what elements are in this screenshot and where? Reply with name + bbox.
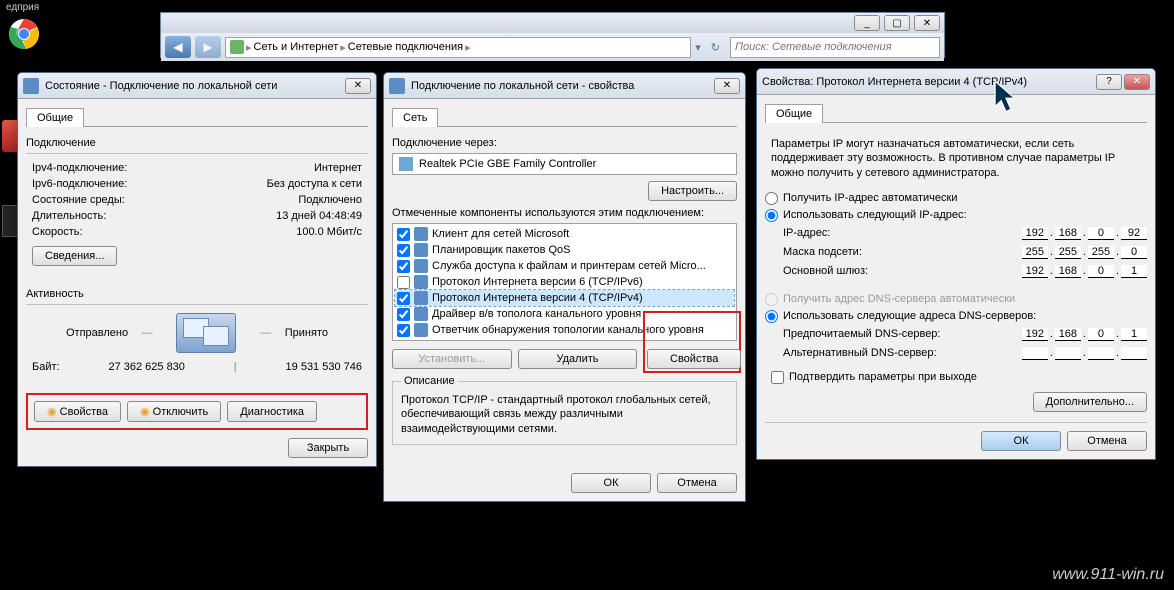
dns1-input[interactable]: ... <box>1022 328 1147 341</box>
configure-button[interactable]: Настроить... <box>648 181 737 201</box>
list-item[interactable]: Протокол Интернета версии 6 (TCP/IPv6) <box>395 274 734 290</box>
status-window: Состояние - Подключение по локальной сет… <box>17 72 377 467</box>
description-text: Протокол TCP/IP - стандартный протокол г… <box>401 393 728 436</box>
confirm-checkbox[interactable]: Подтвердить параметры при выходе <box>771 371 1147 384</box>
description-group: Описание Протокол TCP/IP - стандартный п… <box>392 375 737 445</box>
chrome-icon[interactable] <box>8 18 40 50</box>
info-text: Параметры IP могут назначаться автоматич… <box>765 133 1147 190</box>
diagnose-button[interactable]: Диагностика <box>227 401 317 422</box>
cursor-icon <box>993 80 1019 114</box>
highlight-box: Свойства <box>643 311 741 373</box>
search-input[interactable] <box>730 37 940 58</box>
install-button[interactable]: Установить... <box>392 349 512 369</box>
ip-label: IP-адрес: <box>783 227 830 239</box>
list-item[interactable]: Протокол Интернета версии 4 (TCP/IPv4) <box>395 290 734 306</box>
minimize-button[interactable]: _ <box>854 15 880 31</box>
cancel-button[interactable]: Отмена <box>657 473 737 493</box>
window-title: Подключение по локальной сети - свойства <box>411 80 714 92</box>
ok-button[interactable]: ОК <box>571 473 651 493</box>
radio-auto-ip[interactable]: Получить IP-адрес автоматически <box>765 190 1147 207</box>
remove-button[interactable]: Удалить <box>518 349 638 369</box>
bytes-sent: 27 362 625 830 <box>108 361 184 373</box>
watermark: www.911-win.ru <box>1052 566 1164 584</box>
explorer-window: _ ▢ ✕ ◀ ▶ ▸ Сеть и Интернет ▸ Сетевые по… <box>160 12 945 58</box>
advanced-button[interactable]: Дополнительно... <box>1033 392 1147 412</box>
disable-button[interactable]: ◉ Отключить <box>127 401 221 422</box>
adapter-field: Realtek PCIe GBE Family Controller <box>392 153 737 175</box>
bytes-label: Байт: <box>32 361 60 373</box>
maximize-button[interactable]: ▢ <box>884 15 910 31</box>
bytes-recv: 19 531 530 746 <box>286 361 362 373</box>
window-title: Свойства: Протокол Интернета версии 4 (T… <box>762 76 1096 88</box>
breadcrumb[interactable]: ▸ Сеть и Интернет ▸ Сетевые подключения … <box>225 37 691 58</box>
conn-rows: Ipv4-подключение:ИнтернетIpv6-подключени… <box>26 160 368 240</box>
highlight-box: ◉ Свойства ◉ Отключить Диагностика <box>26 393 368 430</box>
nav-fwd[interactable]: ▶ <box>195 36 221 58</box>
list-item[interactable]: Планировщик пакетов QoS <box>395 242 734 258</box>
gw-label: Основной шлюз: <box>783 265 868 277</box>
ip-input[interactable]: ... <box>1022 227 1147 240</box>
tab-general[interactable]: Общие <box>765 104 823 123</box>
properties-window: Подключение по локальной сети - свойства… <box>383 72 746 502</box>
close-button[interactable]: ✕ <box>714 78 740 94</box>
properties-button[interactable]: ◉ Свойства <box>34 401 121 422</box>
tab-general[interactable]: Общие <box>26 108 84 127</box>
connect-via-label: Подключение через: <box>392 137 737 149</box>
adapter-icon <box>399 157 413 171</box>
list-item[interactable]: Служба доступа к файлам и принтерам сете… <box>395 258 734 274</box>
cancel-button[interactable]: Отмена <box>1067 431 1147 451</box>
recv-label: Принято <box>285 327 368 339</box>
dns2-input[interactable]: ... <box>1022 347 1147 360</box>
sent-label: Отправлено <box>26 327 128 339</box>
monitors-icon <box>176 313 236 353</box>
list-item[interactable]: Клиент для сетей Microsoft <box>395 226 734 242</box>
radio-auto-dns: Получить адрес DNS-сервера автоматически <box>765 291 1147 308</box>
mask-label: Маска подсети: <box>783 246 862 258</box>
section-connection: Подключение <box>26 137 368 149</box>
close-button[interactable]: ✕ <box>914 15 940 31</box>
radio-use-dns[interactable]: Использовать следующие адреса DNS-сервер… <box>765 308 1147 325</box>
network-icon <box>389 78 405 94</box>
gw-input[interactable]: ... <box>1022 265 1147 278</box>
window-title: Состояние - Подключение по локальной сет… <box>45 80 345 92</box>
tab-network[interactable]: Сеть <box>392 108 438 127</box>
components-label: Отмеченные компоненты используются этим … <box>392 207 737 219</box>
desktop-app-label: едприя <box>6 2 39 13</box>
item-properties-button[interactable]: Свойства <box>647 349 741 369</box>
close-button[interactable]: ✕ <box>345 78 371 94</box>
ipv4-window: Свойства: Протокол Интернета версии 4 (T… <box>756 68 1156 460</box>
close-button[interactable]: Закрыть <box>288 438 368 458</box>
details-button[interactable]: Сведения... <box>32 246 117 266</box>
ok-button[interactable]: ОК <box>981 431 1061 451</box>
close-button[interactable]: ✕ <box>1124 74 1150 90</box>
section-activity: Активность <box>26 288 368 300</box>
mask-input[interactable]: ... <box>1022 246 1147 259</box>
help-button[interactable]: ? <box>1096 74 1122 90</box>
network-icon <box>230 40 244 54</box>
dns1-label: Предпочитаемый DNS-сервер: <box>783 328 940 340</box>
radio-use-ip[interactable]: Использовать следующий IP-адрес: <box>765 207 1147 224</box>
network-icon <box>23 78 39 94</box>
nav-back[interactable]: ◀ <box>165 36 191 58</box>
dns2-label: Альтернативный DNS-сервер: <box>783 347 937 359</box>
